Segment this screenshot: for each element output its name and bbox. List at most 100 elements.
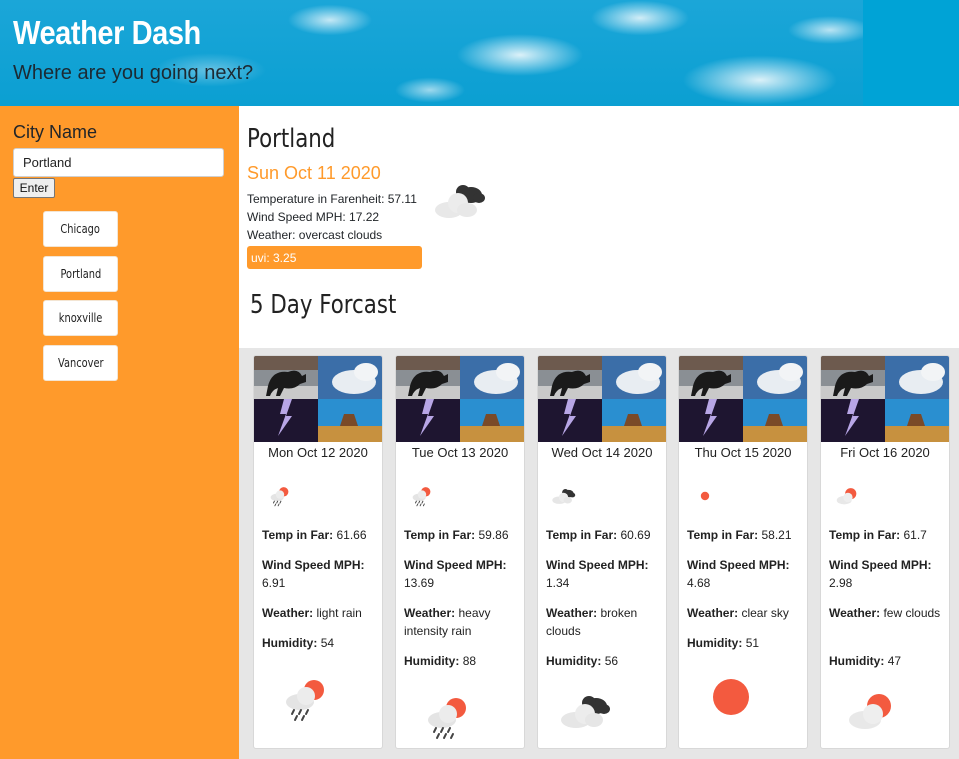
wind-value: 13.69 bbox=[404, 576, 435, 590]
humidity-value: 47 bbox=[887, 654, 902, 668]
wind-value: 6.91 bbox=[262, 576, 286, 590]
temp-value: 61.66 bbox=[336, 528, 367, 542]
weather-label: Weather: bbox=[687, 606, 739, 620]
history-button-label: knoxville bbox=[58, 311, 103, 325]
forecast-date: Mon Oct 12 2020 bbox=[268, 445, 368, 460]
few-clouds-icon-small bbox=[833, 484, 861, 508]
wind-label: Wind Speed MPH: bbox=[404, 558, 507, 572]
history-button-vancover[interactable]: Vancover bbox=[43, 345, 118, 381]
history-button-portland[interactable]: Portland bbox=[43, 256, 118, 292]
humidity-label: Humidity: bbox=[829, 654, 885, 668]
forecast-card: Tue Oct 13 2020 Temp in Far: 59.86 Wind … bbox=[395, 355, 525, 749]
weather-value: clear sky bbox=[741, 606, 789, 620]
forecast-date: Thu Oct 15 2020 bbox=[694, 445, 792, 460]
forecast-card: Wed Oct 14 2020 Temp in Far: 60.69 Wind … bbox=[537, 355, 667, 749]
few-clouds-icon bbox=[841, 686, 901, 736]
temp-value: 58.21 bbox=[761, 528, 792, 542]
wind-value: 1.34 bbox=[546, 576, 570, 590]
temp-value: 60.69 bbox=[620, 528, 651, 542]
wind-label: Wind Speed MPH: bbox=[829, 558, 932, 572]
forecast-humidity: Humidity: 56 bbox=[546, 652, 662, 670]
forecast-container: Mon Oct 12 2020 Temp in Far: 61.66 Wind … bbox=[239, 348, 959, 759]
humidity-value: 88 bbox=[462, 654, 477, 668]
enter-button[interactable]: Enter bbox=[13, 178, 55, 198]
forecast-weather: Weather: few clouds bbox=[829, 604, 945, 622]
forecast-card: Fri Oct 16 2020 Temp in Far: 61.7 Wind S… bbox=[820, 355, 950, 749]
humidity-label: Humidity: bbox=[546, 654, 602, 668]
current-wind-speed: Wind Speed MPH: 17.22 bbox=[247, 210, 380, 224]
forecast-temp: Temp in Far: 61.66 bbox=[262, 526, 378, 544]
forecast-title: 5 Day Forcast bbox=[250, 290, 397, 320]
forecast-wind: Wind Speed MPH: 13.69 bbox=[404, 556, 520, 592]
current-weather-panel: Portland Sun Oct 11 2020 Temperature in … bbox=[239, 106, 959, 348]
wind-label: Wind Speed MPH: bbox=[262, 558, 365, 572]
weather-label: Weather: bbox=[262, 606, 314, 620]
light-rain-icon bbox=[276, 674, 336, 724]
humidity-label: Humidity: bbox=[404, 654, 460, 668]
history-button-label: Chicago bbox=[60, 222, 101, 236]
forecast-weather: Weather: light rain bbox=[262, 604, 378, 622]
clear-sky-icon bbox=[701, 672, 761, 722]
forecast-humidity: Humidity: 47 bbox=[829, 652, 945, 670]
clear-sky-icon-small bbox=[691, 484, 719, 508]
forecast-temp: Temp in Far: 59.86 bbox=[404, 526, 520, 544]
temp-label: Temp in Far: bbox=[546, 528, 618, 542]
forecast-weather: Weather: broken clouds bbox=[546, 604, 662, 640]
weather-label: Weather: bbox=[404, 606, 456, 620]
weather-value: light rain bbox=[316, 606, 362, 620]
forecast-humidity: Humidity: 51 bbox=[687, 634, 803, 652]
weather-collage-image bbox=[679, 356, 807, 442]
current-weather-description: Weather: overcast clouds bbox=[247, 228, 383, 242]
wind-value: 2.98 bbox=[829, 576, 853, 590]
humidity-label: Humidity: bbox=[262, 636, 318, 650]
temp-label: Temp in Far: bbox=[829, 528, 901, 542]
forecast-weather: Weather: heavy intensity rain bbox=[404, 604, 520, 640]
weather-label: Weather: bbox=[829, 606, 881, 620]
weather-label: Weather: bbox=[546, 606, 598, 620]
forecast-date: Fri Oct 16 2020 bbox=[840, 445, 930, 460]
humidity-value: 51 bbox=[745, 636, 760, 650]
wind-label: Wind Speed MPH: bbox=[687, 558, 790, 572]
city-name-label: City Name bbox=[13, 122, 98, 142]
sky-background-fill bbox=[863, 0, 959, 106]
current-date: Sun Oct 11 2020 bbox=[247, 163, 381, 183]
temp-label: Temp in Far: bbox=[404, 528, 476, 542]
forecast-wind: Wind Speed MPH: 1.34 bbox=[546, 556, 662, 592]
broken-clouds-icon bbox=[556, 686, 616, 736]
history-button-chicago[interactable]: Chicago bbox=[43, 211, 118, 247]
current-temperature: Temperature in Farenheit: 57.11 bbox=[247, 192, 417, 206]
humidity-value: 54 bbox=[320, 636, 335, 650]
wind-label: Wind Speed MPH: bbox=[546, 558, 649, 572]
forecast-wind: Wind Speed MPH: 6.91 bbox=[262, 556, 378, 592]
weather-collage-image bbox=[254, 356, 382, 442]
forecast-wind: Wind Speed MPH: 2.98 bbox=[829, 556, 945, 592]
current-city-name: Portland bbox=[247, 124, 336, 154]
forecast-date: Wed Oct 14 2020 bbox=[551, 445, 653, 460]
weather-collage-image bbox=[821, 356, 949, 442]
header-banner: Weather Dash Where are you going next? bbox=[0, 0, 959, 106]
forecast-wind: Wind Speed MPH: 4.68 bbox=[687, 556, 803, 592]
weather-value: few clouds bbox=[883, 606, 941, 620]
sidebar: City Name Enter Chicago Portland knoxvil… bbox=[0, 106, 239, 759]
broken-clouds-icon-small bbox=[550, 484, 578, 508]
history-button-label: Portland bbox=[60, 267, 101, 281]
light-rain-icon-small bbox=[266, 484, 294, 508]
history-button-knoxville[interactable]: knoxville bbox=[43, 300, 118, 336]
temp-value: 61.7 bbox=[903, 528, 927, 542]
temp-value: 59.86 bbox=[478, 528, 509, 542]
temp-label: Temp in Far: bbox=[262, 528, 334, 542]
forecast-date: Tue Oct 13 2020 bbox=[411, 445, 509, 460]
forecast-humidity: Humidity: 88 bbox=[404, 652, 520, 670]
humidity-value: 56 bbox=[604, 654, 619, 668]
city-search-input[interactable] bbox=[13, 148, 224, 177]
app-subtitle: Where are you going next? bbox=[13, 62, 254, 84]
history-button-label: Vancover bbox=[57, 356, 104, 370]
weather-collage-image bbox=[538, 356, 666, 442]
heavy-rain-icon bbox=[418, 692, 478, 742]
humidity-label: Humidity: bbox=[687, 636, 743, 650]
weather-collage-image bbox=[396, 356, 524, 442]
overcast-clouds-icon bbox=[435, 185, 485, 218]
forecast-humidity: Humidity: 54 bbox=[262, 634, 378, 652]
temp-label: Temp in Far: bbox=[687, 528, 759, 542]
forecast-card: Mon Oct 12 2020 Temp in Far: 61.66 Wind … bbox=[253, 355, 383, 749]
